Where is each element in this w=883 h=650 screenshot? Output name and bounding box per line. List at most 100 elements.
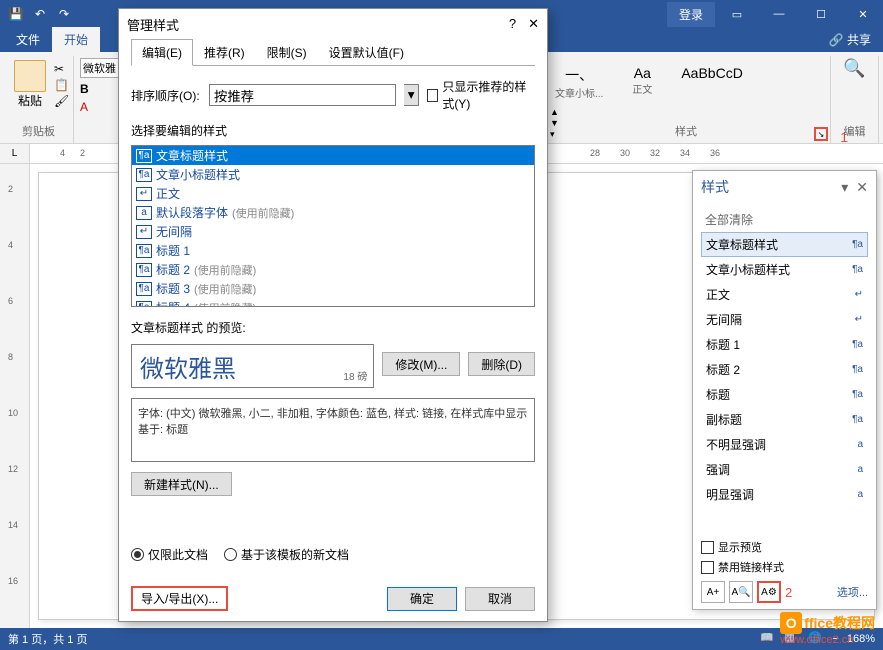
style-list-item[interactable]: ¶a标题 2 (使用前隐藏): [132, 260, 534, 279]
styles-launcher[interactable]: ↘: [814, 127, 828, 141]
style-inspector-icon[interactable]: A🔍: [729, 581, 753, 603]
radio-this-document-label: 仅限此文档: [148, 546, 208, 563]
status-bar: 第 1 页，共 1 页 📖 ▦ 🌐 − 168%: [0, 628, 883, 650]
paste-button[interactable]: 粘贴: [10, 58, 50, 111]
save-icon[interactable]: 💾: [8, 6, 24, 22]
font-group: B A: [74, 56, 122, 143]
disable-linked-checkbox[interactable]: [701, 561, 714, 574]
bold-icon[interactable]: B: [80, 82, 89, 96]
styles-pane-item[interactable]: 文章标题样式¶a: [701, 232, 868, 257]
clear-all-button[interactable]: 全部清除: [701, 207, 868, 232]
styles-pane-item[interactable]: 副标题¶a: [701, 407, 868, 432]
cut-icon[interactable]: ✂: [54, 62, 69, 76]
sort-order-dropdown-icon[interactable]: ▾: [404, 84, 419, 106]
copy-icon[interactable]: 📋: [54, 78, 69, 92]
dialog-help-icon[interactable]: ?: [509, 16, 516, 32]
select-style-label: 选择要编辑的样式: [131, 122, 535, 139]
new-style-button[interactable]: 新建样式(N)...: [131, 472, 232, 496]
radio-template-label: 基于该模板的新文档: [241, 546, 349, 563]
share-button[interactable]: 🔗 共享: [817, 27, 883, 52]
style-preview-box: 微软雅黑 18 磅: [131, 344, 374, 388]
edit-label: 编辑: [837, 121, 872, 141]
styles-pane-item[interactable]: 强调a: [701, 457, 868, 482]
login-button[interactable]: 登录: [667, 2, 715, 27]
styles-pane-title: 样式: [701, 177, 729, 197]
import-export-button[interactable]: 导入/导出(X)...: [131, 586, 228, 611]
styles-more-icon[interactable]: ▲: [550, 107, 559, 117]
style-list-item[interactable]: ↵正文: [132, 184, 534, 203]
styles-pane-item[interactable]: 标题¶a: [701, 382, 868, 407]
clipboard-label: 剪贴板: [10, 121, 67, 141]
delete-button[interactable]: 删除(D): [468, 352, 535, 376]
watermark-logo-icon: O: [780, 612, 802, 634]
style-list[interactable]: ¶a文章标题样式 ¶a文章小标题样式 ↵正文 a默认段落字体 (使用前隐藏)↵无…: [131, 145, 535, 307]
ruler-corner: L: [0, 144, 30, 163]
modify-button[interactable]: 修改(M)...: [382, 352, 460, 376]
tab-recommend[interactable]: 推荐(R): [193, 39, 256, 66]
style-description: 字体: (中文) 微软雅黑, 小二, 非加粗, 字体颜色: 蓝色, 样式: 链接…: [131, 398, 535, 462]
tab-file[interactable]: 文件: [4, 27, 52, 52]
styles-pane-item[interactable]: 正文↵: [701, 282, 868, 307]
cancel-button[interactable]: 取消: [465, 587, 535, 611]
style-list-item[interactable]: ¶a文章标题样式: [132, 146, 534, 165]
annotation-2: 2: [785, 585, 792, 600]
undo-icon[interactable]: ↶: [32, 6, 48, 22]
style-preview-size: 18 磅: [343, 368, 367, 383]
style-gallery-item[interactable]: AaBbCcD: [674, 60, 749, 105]
dialog-close-icon[interactable]: ✕: [528, 16, 539, 32]
maximize-icon[interactable]: ☐: [801, 0, 841, 28]
style-list-item[interactable]: ¶a标题 3 (使用前隐藏): [132, 279, 534, 298]
style-list-item[interactable]: ¶a标题 1: [132, 241, 534, 260]
close-icon[interactable]: ✕: [843, 0, 883, 28]
ok-button[interactable]: 确定: [387, 587, 457, 611]
ribbon-display-icon[interactable]: ▭: [717, 0, 757, 28]
styles-pane-item[interactable]: 不明显强调a: [701, 432, 868, 457]
style-list-item[interactable]: a默认段落字体 (使用前隐藏): [132, 203, 534, 222]
tab-home[interactable]: 开始: [52, 27, 100, 52]
find-icon[interactable]: 🔍: [837, 58, 872, 79]
read-mode-icon[interactable]: 📖: [760, 631, 776, 647]
new-style-icon[interactable]: A+: [701, 581, 725, 603]
dialog-title: 管理样式: [127, 15, 179, 34]
sort-order-label: 排序顺序(O):: [131, 87, 201, 104]
radio-template[interactable]: [224, 548, 237, 561]
style-list-item[interactable]: ↵无间隔: [132, 222, 534, 241]
options-link[interactable]: 选项...: [837, 584, 868, 600]
style-gallery-item[interactable]: 一、文章小标...: [548, 60, 610, 105]
radio-this-document[interactable]: [131, 548, 144, 561]
pane-dropdown-icon[interactable]: ▾: [841, 179, 848, 196]
disable-linked-label: 禁用链接样式: [718, 559, 784, 575]
vertical-ruler: 246810121416: [0, 164, 30, 628]
tab-restrict[interactable]: 限制(S): [256, 39, 318, 66]
show-recommended-label: 只显示推荐的样式(Y): [442, 78, 535, 112]
sort-order-select[interactable]: [209, 84, 396, 106]
styles-pane-item[interactable]: 文章小标题样式¶a: [701, 257, 868, 282]
redo-icon[interactable]: ↷: [56, 6, 72, 22]
style-list-item[interactable]: ¶a标题 4 (使用前隐藏): [132, 298, 534, 307]
style-list-item[interactable]: ¶a文章小标题样式: [132, 165, 534, 184]
style-gallery-item[interactable]: Aa正文: [612, 60, 672, 105]
paste-icon: [14, 60, 46, 92]
tab-defaults[interactable]: 设置默认值(F): [318, 39, 415, 66]
dialog-tabs: 编辑(E) 推荐(R) 限制(S) 设置默认值(F): [131, 39, 535, 66]
format-painter-icon[interactable]: 🖌: [54, 94, 69, 108]
styles-pane-item[interactable]: 明显强调a: [701, 482, 868, 507]
styles-group: 一、文章小标...Aa正文AaBbCcD ▲ ▼ ▾ 样式 ↘ 1: [542, 56, 831, 143]
minimize-icon[interactable]: —: [759, 0, 799, 28]
show-preview-checkbox[interactable]: [701, 541, 714, 554]
page-info: 第 1 页，共 1 页: [8, 631, 87, 647]
manage-styles-dialog: 管理样式 ? ✕ 编辑(E) 推荐(R) 限制(S) 设置默认值(F) 排序顺序…: [118, 8, 548, 622]
styles-pane-item[interactable]: 标题 1¶a: [701, 332, 868, 357]
style-preview-text: 微软雅黑: [140, 349, 236, 384]
styles-pane-item[interactable]: 标题 2¶a: [701, 357, 868, 382]
watermark: Office教程网 www.office2.cn: [780, 612, 875, 646]
tab-edit[interactable]: 编辑(E): [131, 39, 193, 66]
styles-pane-item[interactable]: 无间隔↵: [701, 307, 868, 332]
font-color-icon[interactable]: A: [80, 100, 88, 114]
manage-styles-icon[interactable]: A⚙: [757, 581, 781, 603]
styles-pane: 样式 ▾ ✕ 全部清除 文章标题样式¶a文章小标题样式¶a正文↵无间隔↵标题 1…: [692, 170, 877, 610]
pane-close-icon[interactable]: ✕: [856, 179, 868, 196]
show-recommended-checkbox[interactable]: [427, 89, 438, 102]
show-preview-label: 显示预览: [718, 539, 762, 555]
styles-label: 样式: [542, 121, 830, 141]
